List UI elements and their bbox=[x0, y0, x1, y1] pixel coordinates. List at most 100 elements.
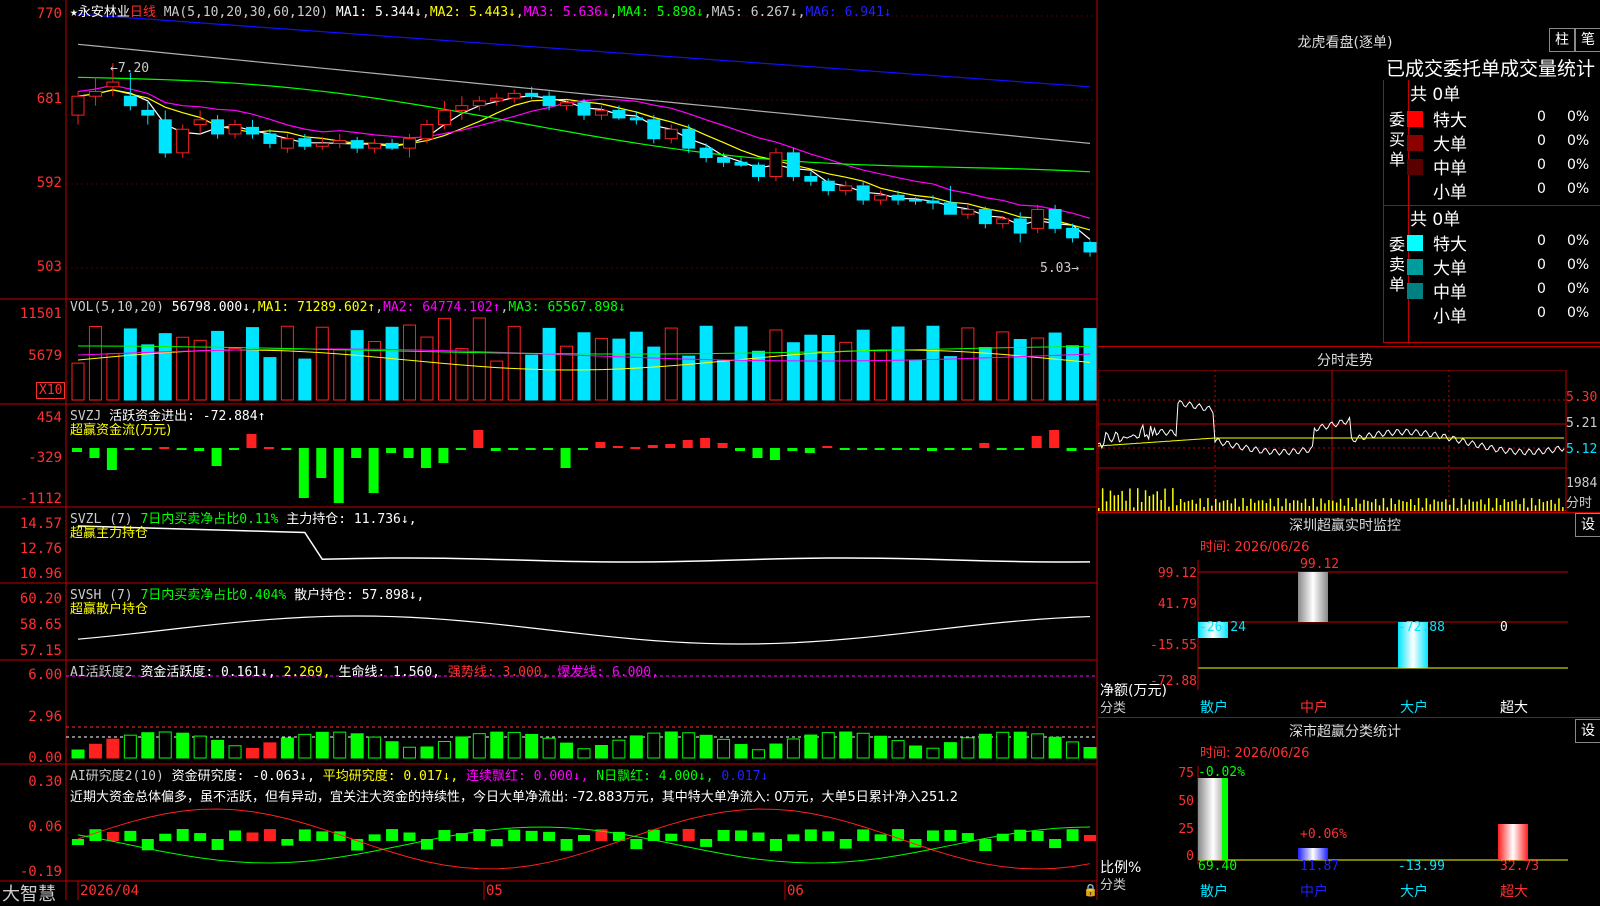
svzl-value: 主力持仓: 11.736↓, bbox=[286, 512, 416, 527]
intraday-vol-bar bbox=[1289, 503, 1291, 511]
intraday-vol-bar bbox=[1445, 499, 1447, 511]
intraday-vol-bar bbox=[1367, 501, 1369, 511]
research-bar bbox=[787, 834, 799, 841]
research-bar bbox=[212, 839, 224, 850]
stats-value: 11.87 bbox=[1300, 859, 1339, 874]
activity-bar bbox=[875, 736, 887, 758]
svzl-ratio: 7日内买卖净占比0.11% bbox=[140, 512, 278, 527]
activity-bar bbox=[578, 749, 590, 758]
vol-bar bbox=[351, 331, 363, 400]
candle-body bbox=[177, 129, 189, 153]
candle-body bbox=[281, 139, 293, 148]
intraday-vol-bar bbox=[1164, 489, 1166, 511]
lhb-title: 龙虎看盘(逐单) bbox=[1100, 32, 1590, 52]
intraday-vol-bar bbox=[1531, 498, 1533, 511]
activity-bar bbox=[840, 732, 852, 758]
intraday-vol-bar bbox=[1391, 498, 1393, 511]
research-bar bbox=[962, 833, 974, 841]
intraday-vol-bar bbox=[1199, 498, 1201, 511]
flow-bar bbox=[735, 448, 745, 451]
period-label[interactable]: 日线 bbox=[130, 5, 156, 20]
tick-mode-button[interactable]: 笔 bbox=[1575, 28, 1600, 52]
stats-value: 32.73 bbox=[1500, 859, 1539, 874]
intraday-vol-bar bbox=[1348, 498, 1350, 511]
stats-settings-button[interactable]: 设 bbox=[1575, 719, 1600, 743]
intraday-vol-bar bbox=[1492, 508, 1494, 511]
flow-bar bbox=[665, 444, 675, 448]
activity-bar bbox=[421, 747, 433, 758]
flow-bar bbox=[857, 448, 867, 450]
flow-bar bbox=[910, 448, 920, 450]
stats-cat: 散户 bbox=[1200, 881, 1228, 901]
vol-bar bbox=[875, 351, 887, 400]
vol-bar bbox=[107, 354, 119, 400]
ma-title-bar: ★永安林业日线 MA(5,10,20,30,60,120) MA1: 5.344… bbox=[70, 1, 892, 20]
research-bar bbox=[1084, 835, 1096, 841]
intraday-vol-bar bbox=[1153, 494, 1155, 511]
candle-body bbox=[822, 181, 834, 190]
intraday-vol-bar bbox=[1316, 507, 1318, 511]
intraday-chart[interactable] bbox=[1098, 370, 1600, 512]
brand-logo[interactable]: 大智慧 bbox=[2, 880, 56, 906]
intraday-vol-bar bbox=[1383, 498, 1385, 511]
flow-bar bbox=[718, 443, 728, 448]
bar-mode-button[interactable]: 柱 bbox=[1549, 28, 1575, 52]
stock-name[interactable]: 永安林业 bbox=[78, 5, 130, 20]
monitor-settings-button[interactable]: 设 bbox=[1575, 513, 1600, 537]
vol-value: 56798.000↓ bbox=[172, 300, 250, 315]
ai3-cont: 连续飘红: 0.000↓, bbox=[466, 769, 588, 784]
intraday-vol-bar bbox=[1285, 499, 1287, 511]
svzj-subtitle: 超赢资金流(万元) bbox=[70, 419, 171, 438]
candle-body bbox=[334, 141, 346, 144]
research-bar bbox=[491, 839, 503, 846]
vol-bar bbox=[264, 358, 276, 400]
flow-bar bbox=[351, 448, 361, 458]
intraday-vol-bar bbox=[1527, 507, 1529, 511]
vol-bar bbox=[735, 327, 747, 400]
vol-bar bbox=[979, 348, 991, 400]
intraday-vol-bar bbox=[1359, 504, 1361, 511]
activity-bar bbox=[910, 746, 922, 758]
vol-unit-badge: X10 bbox=[36, 382, 65, 399]
candle-body bbox=[107, 82, 119, 87]
intraday-vol-bar bbox=[1519, 504, 1521, 511]
sell-row-s: 小单 0 0% bbox=[1407, 302, 1597, 326]
candle-body bbox=[770, 153, 782, 177]
lock-icon[interactable]: 🔒 bbox=[1083, 883, 1098, 897]
svsh-ratio: 7日内买卖净占比0.404% bbox=[140, 588, 286, 603]
intraday-vol-bar bbox=[1203, 507, 1205, 511]
flow-bar bbox=[962, 448, 972, 450]
intraday-vol-bar bbox=[1157, 491, 1159, 511]
research-bar bbox=[578, 835, 590, 841]
activity-bar bbox=[404, 747, 416, 758]
sell-row-l: 大单 0 0% bbox=[1407, 254, 1597, 278]
fenshi-title: 分时走势 bbox=[1100, 350, 1590, 370]
intraday-vol-bar bbox=[1270, 499, 1272, 511]
research-bar bbox=[561, 839, 573, 851]
candle-body bbox=[875, 195, 887, 200]
candle-body bbox=[72, 96, 84, 115]
sell-row-xl: 特大 0 0% bbox=[1407, 230, 1597, 254]
intraday-vol-bar bbox=[1422, 508, 1424, 511]
intraday-vol-bar bbox=[1426, 498, 1428, 511]
activity-bar bbox=[246, 748, 258, 758]
intraday-vol-bar bbox=[1504, 499, 1506, 511]
intraday-vol-bar bbox=[1340, 499, 1342, 511]
intraday-vol-bar bbox=[1355, 498, 1357, 511]
candle-body bbox=[142, 110, 154, 115]
flow-bar bbox=[72, 448, 82, 452]
stats-delta: +0.06% bbox=[1300, 827, 1347, 842]
sell-row-m: 中单 0 0% bbox=[1407, 278, 1597, 302]
y-label: 454 bbox=[2, 410, 62, 426]
candle-body bbox=[491, 98, 503, 101]
monitor-y-label: -15.55 bbox=[1142, 638, 1197, 653]
flow-bar bbox=[752, 448, 762, 458]
intraday-vol-bar bbox=[1558, 498, 1560, 511]
intraday-vol-bar bbox=[1297, 500, 1299, 511]
y-label: 12.76 bbox=[2, 541, 62, 557]
candle-body bbox=[264, 134, 276, 143]
intraday-vol-bar bbox=[1106, 501, 1108, 511]
research-bar bbox=[718, 830, 730, 841]
research-bar bbox=[404, 832, 416, 841]
research-bar bbox=[264, 829, 276, 841]
